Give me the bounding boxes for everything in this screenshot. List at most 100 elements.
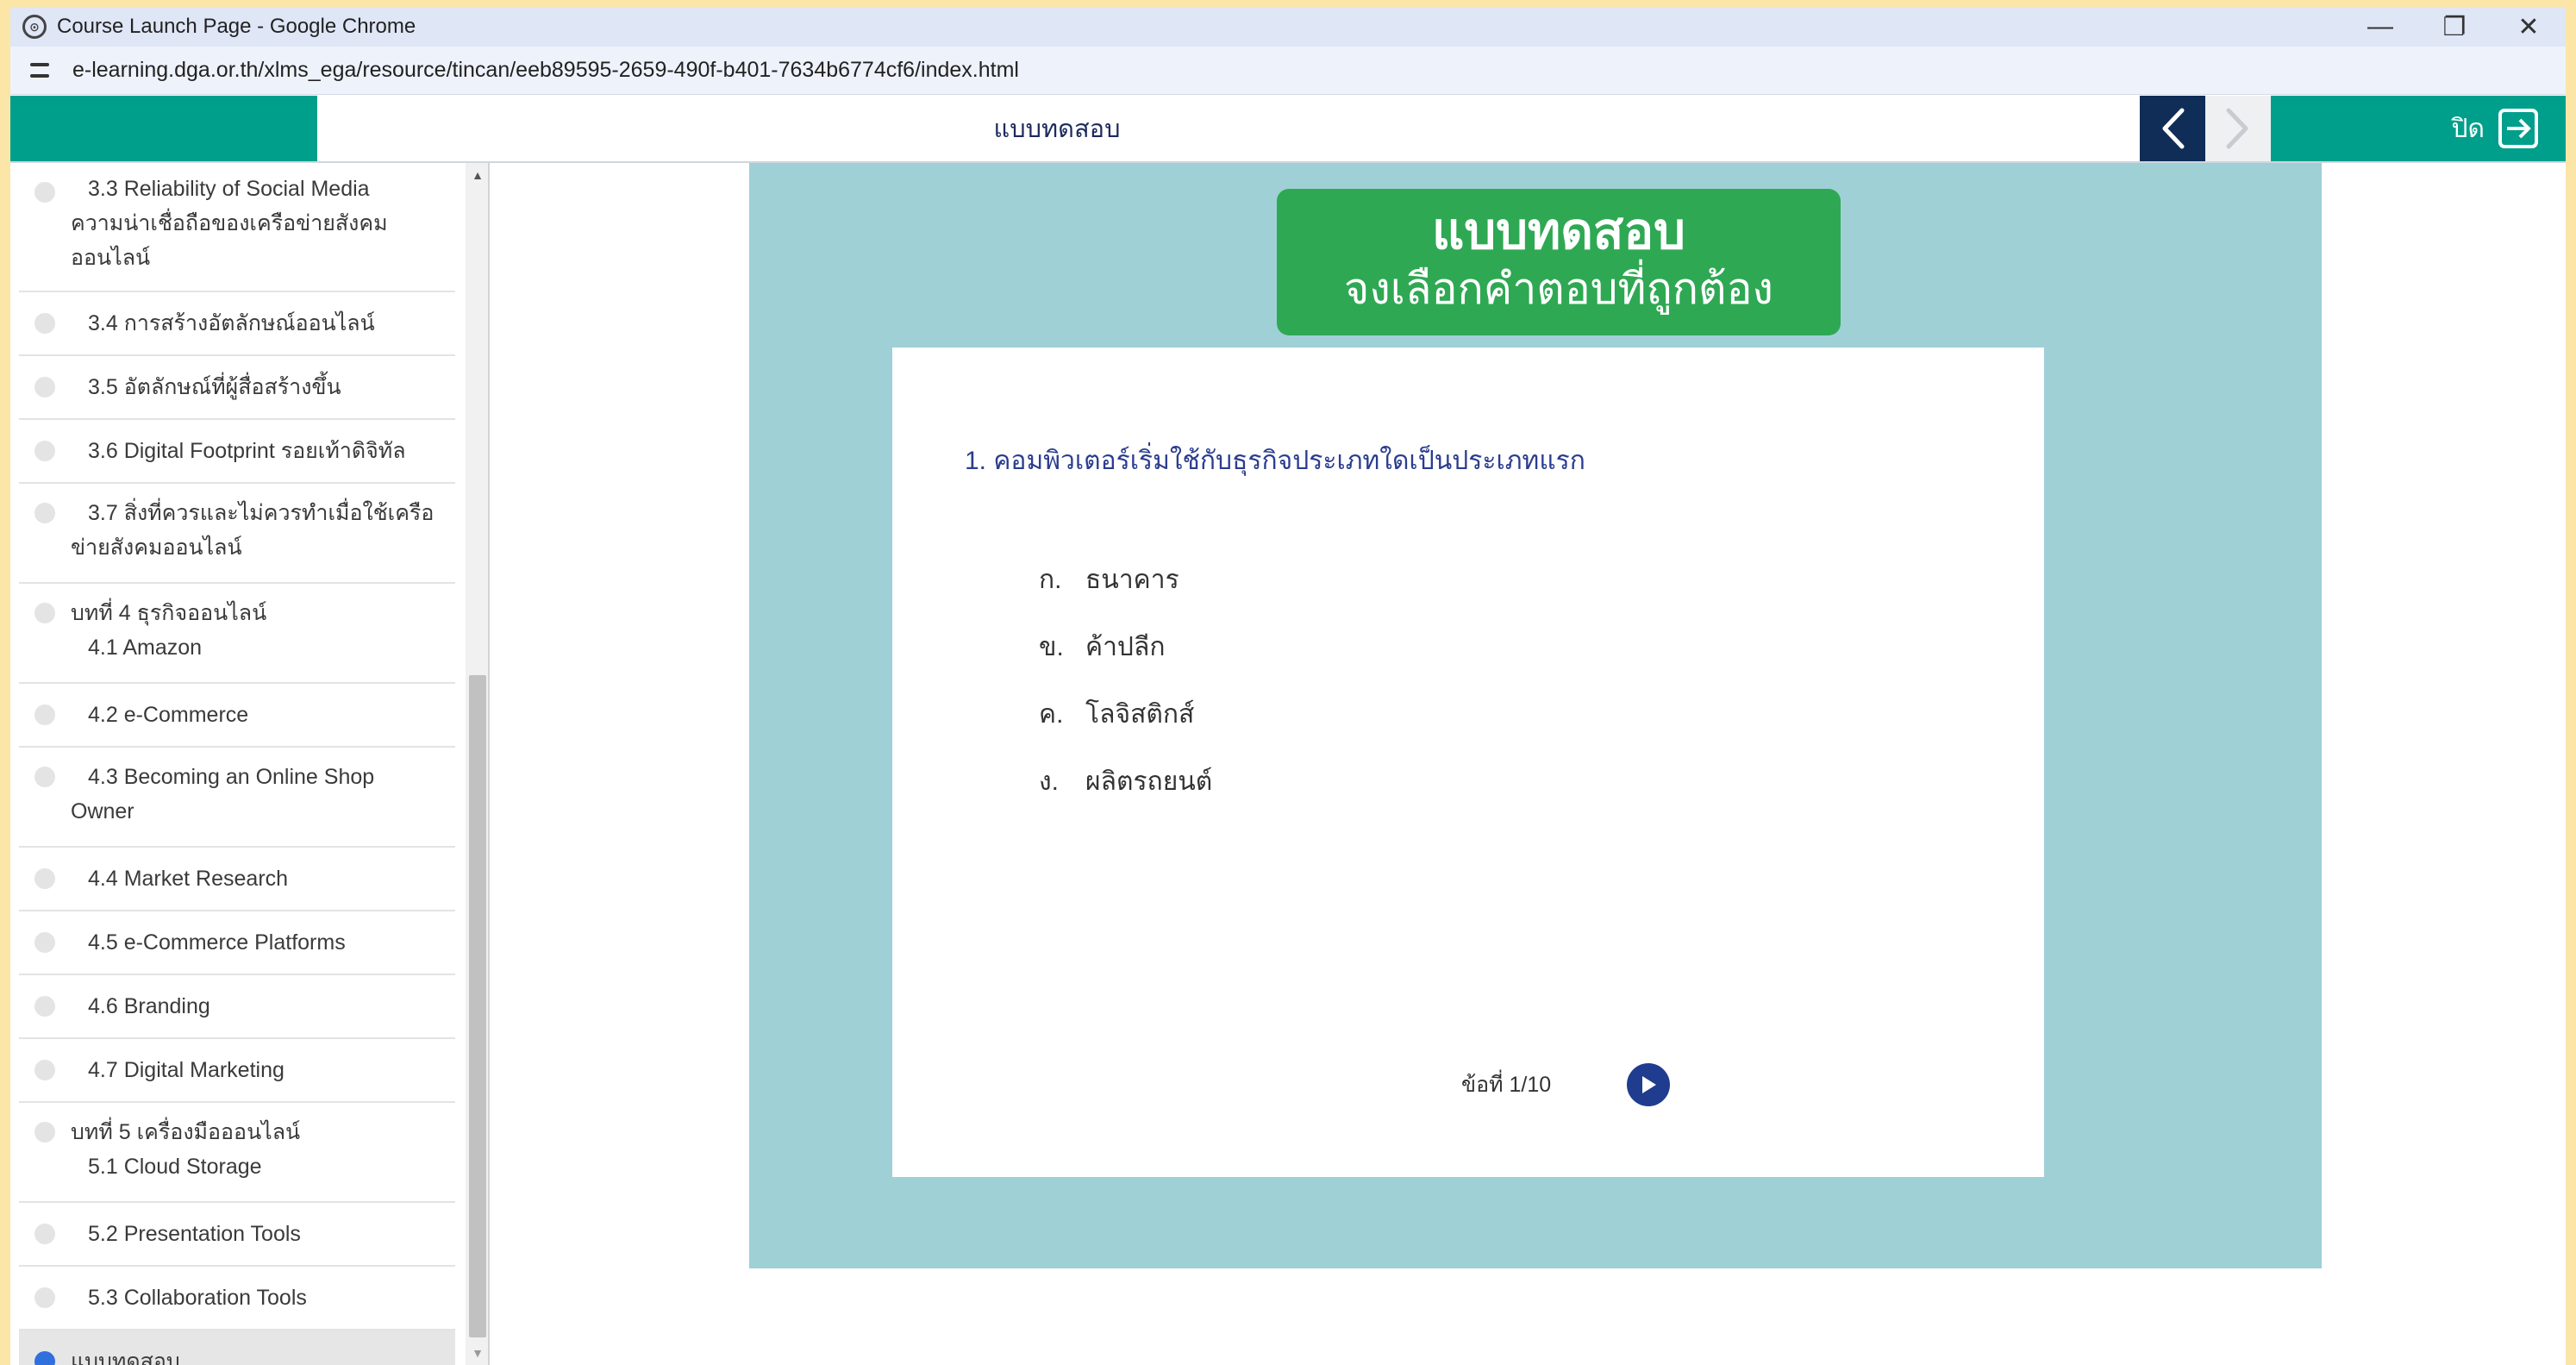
status-dot-icon	[34, 767, 55, 787]
banner-subtitle: จงเลือกคำตอบที่ถูกต้อง	[1344, 265, 1773, 313]
outline-item[interactable]: 4.7 Digital Marketing	[19, 1039, 455, 1103]
question-footer: ข้อที่ 1/10	[1461, 1063, 1671, 1106]
option-text: ธนาคาร	[1085, 565, 1179, 594]
option-text: ค้าปลีก	[1085, 632, 1166, 661]
outline-item-label: 5.1 Cloud Storage	[88, 1155, 262, 1179]
outline-item-label: แบบทดสอบ	[71, 1349, 180, 1365]
question-card: 1. คอมพิวเตอร์เริ่มใช้กับธุรกิจประเภทใดเ…	[892, 348, 2044, 1177]
outline-item-label: 4.6 Branding	[88, 994, 210, 1018]
sidebar-scrollbar[interactable]: ▲ ▼	[466, 163, 488, 1365]
outline-item-label: 3.3 Reliability of Social Media	[88, 177, 370, 201]
outline-item[interactable]: 4.5 e-Commerce Platforms	[19, 911, 455, 975]
outline-item-label: Owner	[71, 799, 134, 823]
option-text: โลจิสติกส์	[1085, 699, 1195, 729]
option-letter: ค.	[1039, 699, 1064, 729]
course-outline-sidebar: 3.3 Reliability of Social Media ความน่าเช…	[10, 163, 490, 1365]
chrome-icon: ⊙	[22, 15, 47, 39]
close-window-button[interactable]: ✕	[2492, 7, 2566, 47]
outline-item[interactable]: 4.6 Branding	[19, 975, 455, 1039]
outline-item-label: 5.2 Presentation Tools	[88, 1222, 301, 1246]
page-title: แบบทดสอบ	[993, 116, 1121, 143]
exit-label: ปิด	[2451, 114, 2485, 143]
status-dot-icon	[34, 1122, 55, 1143]
title-bar: ⊙ Course Launch Page - Google Chrome — ❐…	[10, 7, 2566, 47]
window-controls: — ❐ ✕	[2343, 7, 2566, 47]
status-dot-icon	[34, 932, 55, 953]
previous-button[interactable]	[2140, 96, 2205, 161]
option-letter: ก.	[1039, 565, 1062, 594]
status-dot-icon	[34, 1224, 55, 1244]
status-dot-icon	[34, 1060, 55, 1080]
outline-item-label: 4.5 e-Commerce Platforms	[88, 930, 346, 955]
status-dot-icon	[34, 603, 55, 623]
outline-item[interactable]: 3.5 อัตลักษณ์ที่ผู้สื่อสร้างขึ้น	[19, 356, 455, 420]
outline-item[interactable]: 4.4 Market Research	[19, 848, 455, 911]
outline-item-label: 4.7 Digital Marketing	[88, 1058, 284, 1082]
status-dot-icon	[34, 1287, 55, 1308]
outline-item[interactable]: 4.2 e-Commerce	[19, 684, 455, 748]
answer-option[interactable]: ค. โลจิสติกส์	[1039, 680, 1212, 748]
option-letter: ข.	[1039, 632, 1064, 661]
status-dot-icon	[34, 182, 55, 203]
quiz-banner: แบบทดสอบ จงเลือกคำตอบที่ถูกต้อง	[1277, 189, 1841, 335]
status-dot-icon	[34, 996, 55, 1017]
exit-button[interactable]: ปิด	[2271, 96, 2566, 161]
outline-item-label: บทที่ 4 ธุรกิจออนไลน์	[71, 601, 267, 625]
course-header: แบบทดสอบ ปิด	[10, 96, 2566, 163]
minimize-button[interactable]: —	[2343, 7, 2417, 47]
outline-item-label: 3.7 สิ่งที่ควรและไม่ควรทำเมื่อใช้เครือ	[88, 501, 435, 525]
restore-button[interactable]: ❐	[2417, 7, 2492, 47]
outline-item[interactable]: แบบทดสอบ	[19, 1331, 455, 1365]
play-icon	[1642, 1076, 1657, 1093]
site-settings-icon[interactable]	[26, 59, 53, 82]
outline-item-label: ความน่าเชื่อถือของเครือข่ายสังคม	[71, 211, 388, 235]
url-text[interactable]: e-learning.dga.or.th/xlms_ega/resource/t…	[72, 58, 1019, 83]
answer-option[interactable]: ก. ธนาคาร	[1039, 546, 1212, 613]
window-title: Course Launch Page - Google Chrome	[57, 15, 416, 38]
banner-title: แบบทดสอบ	[1432, 203, 1685, 260]
status-dot-icon	[34, 441, 55, 461]
answer-option[interactable]: ง. ผลิตรถยนต์	[1039, 748, 1212, 815]
next-question-button[interactable]	[1627, 1063, 1671, 1106]
outline-item[interactable]: 3.4 การสร้างอัตลักษณ์ออนไลน์	[19, 292, 455, 356]
address-bar[interactable]: e-learning.dga.or.th/xlms_ega/resource/t…	[10, 47, 2566, 95]
outline-item[interactable]: 3.3 Reliability of Social Media ความน่าเช…	[19, 163, 455, 292]
outline-list: 3.3 Reliability of Social Media ความน่าเช…	[19, 163, 455, 1365]
browser-window: ⊙ Course Launch Page - Google Chrome — ❐…	[10, 7, 2566, 1365]
status-dot-icon	[34, 377, 55, 398]
outline-item[interactable]: 5.2 Presentation Tools	[19, 1203, 455, 1267]
outline-item-label: 4.1 Amazon	[88, 636, 203, 660]
exit-icon	[2498, 109, 2538, 148]
status-dot-icon	[34, 1351, 55, 1365]
outline-item-label: 3.5 อัตลักษณ์ที่ผู้สื่อสร้างขึ้น	[88, 375, 341, 399]
outline-item-label: 4.2 e-Commerce	[88, 703, 249, 727]
scroll-down-arrow-icon[interactable]: ▼	[466, 1341, 488, 1365]
outline-item[interactable]: บทที่ 4 ธุรกิจออนไลน์ 4.1 Amazon	[19, 584, 455, 684]
answer-choices: ก. ธนาคารข. ค้าปลีกค. โลจิสติกส์ง. ผลิตรถยนต…	[1039, 546, 1212, 815]
outline-item-label: 4.3 Becoming an Online Shop	[88, 765, 375, 789]
outline-item-label: 4.4 Market Research	[88, 867, 289, 891]
next-button[interactable]	[2205, 96, 2271, 161]
outline-item-label: 3.6 Digital Footprint รอยเท้าดิจิทัล	[88, 439, 406, 463]
outline-item-label: 3.4 การสร้างอัตลักษณ์ออนไลน์	[88, 311, 375, 335]
question-text: 1. คอมพิวเตอร์เริ่มใช้กับธุรกิจประเภทใดเ…	[965, 447, 1585, 475]
question-counter: ข้อที่ 1/10	[1461, 1073, 1552, 1097]
option-letter: ง.	[1039, 767, 1059, 796]
outline-item[interactable]: 3.7 สิ่งที่ควรและไม่ควรทำเมื่อใช้เครือ ข่…	[19, 484, 455, 584]
content-area: แบบทดสอบ จงเลือกคำตอบที่ถูกต้อง 1. คอมพิ…	[491, 163, 2566, 1365]
scroll-up-arrow-icon[interactable]: ▲	[466, 163, 488, 187]
header-left-block	[10, 96, 317, 161]
chevron-right-icon	[2226, 108, 2248, 149]
status-dot-icon	[34, 313, 55, 334]
outline-item-label: 5.3 Collaboration Tools	[88, 1286, 307, 1310]
outline-item[interactable]: 5.3 Collaboration Tools	[19, 1267, 455, 1331]
chevron-left-icon	[2162, 108, 2185, 149]
answer-option[interactable]: ข. ค้าปลีก	[1039, 613, 1212, 680]
scroll-thumb[interactable]	[469, 675, 486, 1337]
outline-item[interactable]: 3.6 Digital Footprint รอยเท้าดิจิทัล	[19, 420, 455, 484]
quiz-slide: แบบทดสอบ จงเลือกคำตอบที่ถูกต้อง 1. คอมพิ…	[749, 163, 2322, 1268]
outline-item[interactable]: บทที่ 5 เครื่องมือออนไลน์ 5.1 Cloud Stora…	[19, 1103, 455, 1203]
outline-item[interactable]: 4.3 Becoming an Online Shop Owner	[19, 748, 455, 848]
status-dot-icon	[34, 704, 55, 725]
status-dot-icon	[34, 503, 55, 523]
